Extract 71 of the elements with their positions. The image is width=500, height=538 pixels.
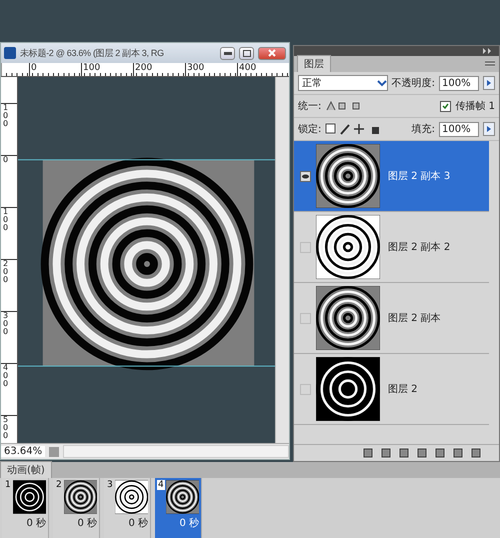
ruler-label: 0 xyxy=(29,63,81,76)
layer-thumbnail xyxy=(316,357,380,421)
ruler-label: 100 xyxy=(3,104,8,128)
close-button[interactable] xyxy=(258,46,286,60)
frame-thumbnail xyxy=(166,480,199,514)
layer-row[interactable]: 图层 2 副本 3 xyxy=(294,141,489,212)
zoom-level[interactable]: 63.64% xyxy=(1,446,46,457)
ruler-label: 500 xyxy=(3,416,8,440)
opacity-arrow-button[interactable] xyxy=(483,76,495,90)
layer-name: 图层 2 副本 2 xyxy=(388,240,450,254)
ruler-label: 0 xyxy=(3,156,8,164)
frame-number: 1 xyxy=(4,480,12,490)
layer-name: 图层 2 副本 3 xyxy=(388,170,450,183)
frame-delay[interactable]: 0 秒 xyxy=(128,516,148,530)
visibility-toggle[interactable] xyxy=(300,312,310,324)
blend-mode-select[interactable]: 正常 xyxy=(298,75,388,91)
layer-thumbnail xyxy=(316,215,380,279)
panel-menu-icon[interactable] xyxy=(485,60,495,68)
frame-number: 3 xyxy=(106,480,114,490)
opacity-label: 不透明度: xyxy=(392,76,435,90)
maximize-button[interactable] xyxy=(239,46,254,60)
minimize-button[interactable] xyxy=(220,46,235,60)
frame-thumbnail xyxy=(64,480,97,514)
ruler-label: 100 xyxy=(81,63,133,76)
layer-thumbnail xyxy=(316,286,380,350)
layer-name: 图层 2 xyxy=(388,383,418,396)
minimize-icon xyxy=(224,52,232,54)
play-icon xyxy=(487,126,491,132)
frame-number: 2 xyxy=(55,480,63,490)
horizontal-scrollbar[interactable] xyxy=(63,445,289,458)
ruler-label: 300 xyxy=(3,312,8,336)
ruler-label: 100 xyxy=(3,208,8,232)
ruler-label: 200 xyxy=(3,260,8,284)
frame-number: 4 xyxy=(157,480,165,490)
frame-thumbnail xyxy=(12,480,46,514)
app-icon xyxy=(4,47,16,59)
ruler-label: 300 xyxy=(185,63,237,76)
visibility-toggle[interactable] xyxy=(300,384,310,394)
layer-row[interactable]: 图层 2 xyxy=(294,354,489,425)
vertical-scrollbar[interactable] xyxy=(275,77,289,443)
frame-delay[interactable]: 0 秒 xyxy=(179,516,199,530)
lock-label: 锁定: xyxy=(298,122,322,136)
play-icon xyxy=(487,80,491,86)
visibility-toggle[interactable] xyxy=(300,242,310,252)
animation-tab[interactable]: 动画(帧) xyxy=(0,461,52,478)
ruler-label: 400 xyxy=(3,364,8,388)
maximize-icon xyxy=(242,50,250,56)
opacity-field[interactable]: 100% xyxy=(439,76,479,90)
ruler-label: 400 xyxy=(237,63,289,76)
frame-delay[interactable]: 0 秒 xyxy=(77,516,97,530)
animation-frame[interactable]: 4 0 秒 xyxy=(155,478,202,538)
propagate-checkbox[interactable] xyxy=(440,100,452,112)
unify-label: 统一: xyxy=(298,100,322,113)
fill-label: 填充: xyxy=(412,122,435,136)
visibility-toggle[interactable] xyxy=(300,170,310,182)
frame-thumbnail xyxy=(114,480,148,514)
propagate-label: 传播帧 1 xyxy=(455,100,495,113)
layer-row[interactable]: 图层 2 副本 xyxy=(294,283,489,354)
layer-row[interactable]: 图层 2 副本 2 xyxy=(294,212,489,283)
fill-field[interactable]: 100% xyxy=(439,122,479,136)
frame-delay[interactable]: 0 秒 xyxy=(26,516,46,530)
layer-name: 图层 2 副本 xyxy=(388,312,441,325)
close-icon xyxy=(268,49,276,57)
layer-thumbnail xyxy=(316,144,380,208)
window-title: 未标题-2 @ 63.6% (图层 2 副本 3, RG xyxy=(20,46,165,60)
ruler-label: 200 xyxy=(133,63,185,76)
check-icon xyxy=(442,102,450,110)
fill-arrow-button[interactable] xyxy=(483,122,495,136)
eye-icon xyxy=(302,174,308,178)
chevron-down-icon xyxy=(376,79,387,87)
layers-tab[interactable]: 图层 xyxy=(297,55,331,72)
